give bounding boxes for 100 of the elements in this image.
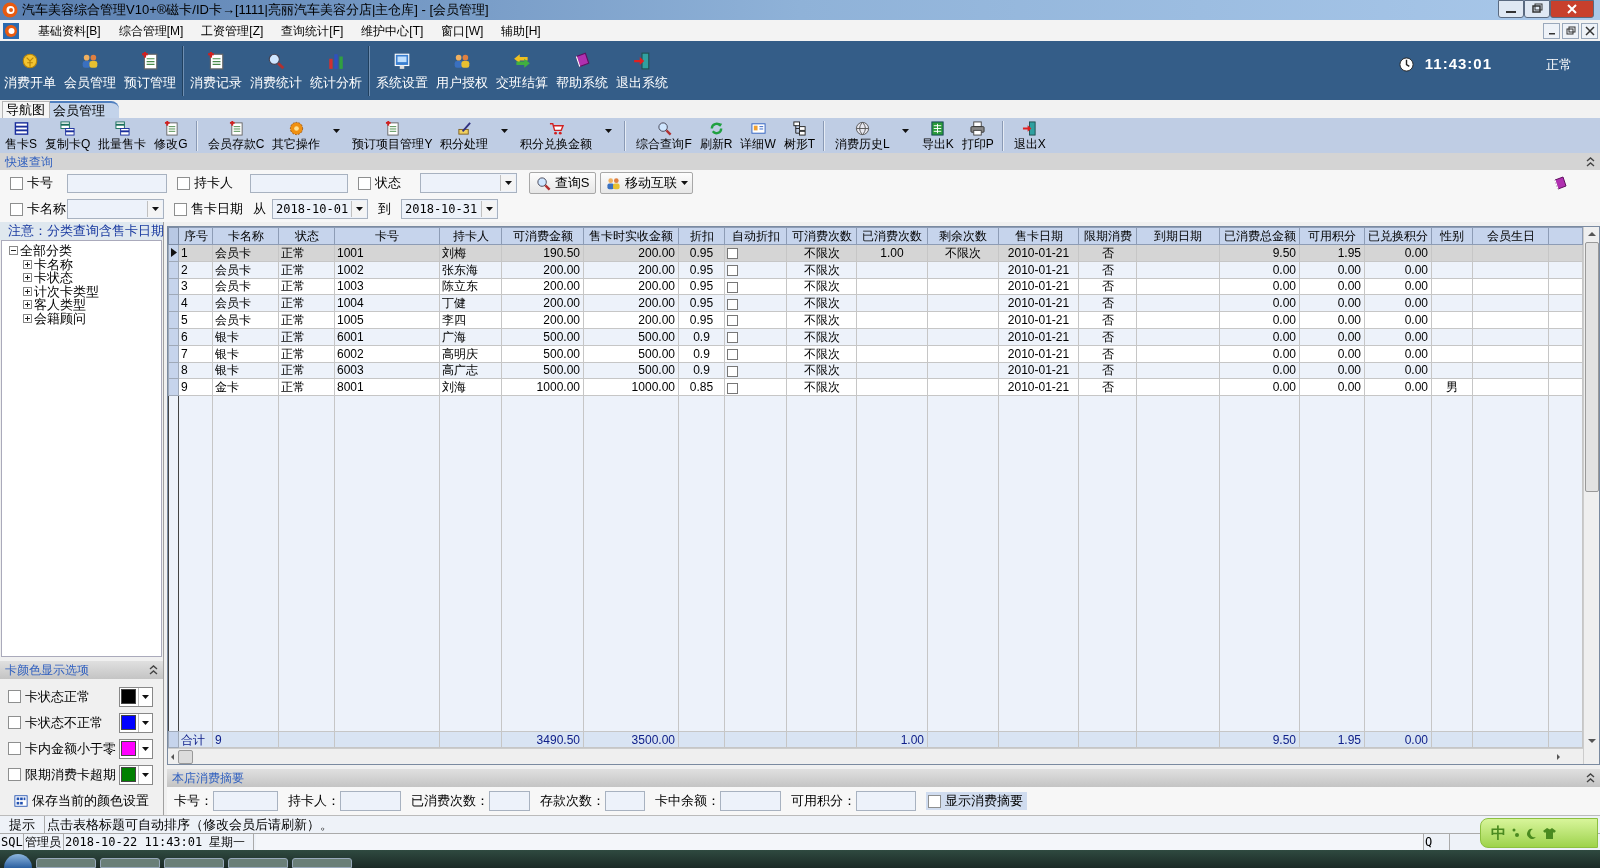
input-field[interactable]	[605, 791, 645, 811]
toolbar-button[interactable]: 导出K	[918, 119, 957, 152]
scroll-thumb[interactable]	[178, 749, 193, 764]
toolbar-button[interactable]: 预订项目管理Y	[349, 119, 436, 152]
input-field[interactable]	[489, 791, 530, 811]
restore-button[interactable]	[1562, 22, 1579, 39]
column-header[interactable]: 性别	[1431, 227, 1473, 245]
column-header[interactable]: 已兑换积分	[1364, 227, 1432, 245]
toolbar-button[interactable]: 打印P	[958, 119, 997, 152]
checkbox[interactable]	[8, 768, 21, 781]
checkbox[interactable]	[174, 202, 187, 216]
column-header[interactable]: 状态	[278, 227, 335, 245]
tree-item[interactable]: 客人类型	[34, 298, 86, 312]
minimize-button[interactable]	[1498, 0, 1524, 18]
column-header[interactable]: 卡号	[334, 227, 440, 245]
input-field[interactable]	[720, 791, 781, 811]
taskbar-button[interactable]	[228, 858, 288, 868]
checkbox[interactable]	[10, 202, 23, 216]
tab[interactable]: 导航图	[2, 101, 50, 118]
column-header[interactable]: 剩余次数	[927, 227, 999, 245]
toolbar-button[interactable]: 综合查询F	[633, 119, 695, 152]
toolbar-button[interactable]: 刷新R	[696, 119, 736, 152]
menu-item[interactable]: 查询统计[F]	[272, 21, 353, 40]
menu-item[interactable]: 工资管理[Z]	[192, 21, 273, 40]
tree-item[interactable]: 计次卡类型	[34, 284, 99, 298]
menu-item[interactable]: 基础资料[B]	[29, 21, 110, 40]
input-field[interactable]	[856, 791, 916, 811]
toolbar-button[interactable]: 会员存款C	[204, 119, 268, 152]
toolbar-button[interactable]: 售卡S	[2, 119, 40, 152]
column-header[interactable]: 售卡日期	[998, 227, 1079, 245]
input-field[interactable]	[67, 173, 167, 193]
horizontal-scrollbar[interactable]	[168, 748, 1583, 764]
taskbar-button[interactable]	[292, 858, 352, 868]
input-field[interactable]	[213, 791, 278, 811]
checkbox[interactable]	[8, 716, 21, 729]
checkbox[interactable]	[928, 794, 941, 808]
checkbox[interactable]	[727, 382, 738, 394]
checkbox[interactable]	[727, 365, 738, 377]
input-field[interactable]	[340, 791, 401, 811]
toolbar-button[interactable]: 交班结算	[492, 43, 552, 98]
toolbar-button[interactable]: 消费记录	[186, 43, 246, 98]
column-header[interactable]: 折扣	[678, 227, 725, 245]
button[interactable]: 查询S	[529, 172, 596, 194]
date-picker[interactable]: 2018-10-01	[272, 199, 368, 219]
column-header[interactable]: 卡名称	[212, 227, 279, 245]
checkbox[interactable]	[727, 248, 738, 260]
column-header[interactable]: 已消费次数	[856, 227, 928, 245]
start-button[interactable]	[4, 854, 32, 868]
menu-item[interactable]: 窗口[W]	[432, 21, 493, 40]
menu-item[interactable]: 维护中心[T]	[352, 21, 433, 40]
taskbar-button[interactable]	[164, 858, 224, 868]
button[interactable]: 移动互联	[600, 172, 693, 194]
date-picker[interactable]: 2018-10-31	[401, 199, 498, 219]
toolbar-button[interactable]: 帮助系统	[552, 43, 612, 98]
menu-item[interactable]: 辅助[H]	[492, 21, 550, 40]
toolbar-button[interactable]: 用户授权	[432, 43, 492, 98]
checkbox[interactable]	[8, 742, 21, 755]
column-header[interactable]: 售卡时实收金额	[583, 227, 679, 245]
checkbox[interactable]	[727, 265, 738, 276]
color-dropdown[interactable]	[119, 686, 153, 707]
save-button[interactable]: 保存当前的颜色设置	[14, 791, 163, 811]
toolbar-button[interactable]: 积分处理	[437, 119, 492, 152]
toolbar-button[interactable]: 消费开单	[0, 43, 60, 98]
column-header[interactable]: 持卡人	[439, 227, 502, 245]
toolbar-button[interactable]: 退出X	[1010, 119, 1049, 152]
toolbar-button[interactable]: 详细W	[737, 119, 779, 152]
color-dropdown[interactable]	[119, 764, 153, 785]
column-header[interactable]: 序号	[178, 227, 213, 245]
toolbar-button[interactable]: 消费历史L	[832, 119, 893, 152]
checkbox[interactable]	[727, 315, 738, 327]
tab[interactable]: 会员管理	[50, 101, 119, 118]
checkbox[interactable]	[10, 176, 23, 190]
column-header[interactable]: 到期日期	[1136, 227, 1220, 245]
toolbar-button[interactable]: 其它操作	[269, 119, 324, 152]
column-header[interactable]: 可消费次数	[786, 227, 857, 245]
tree-item[interactable]: 全部分类	[20, 244, 72, 258]
taskbar-button[interactable]	[100, 858, 160, 868]
input-field[interactable]	[250, 173, 348, 193]
column-header[interactable]: 限期消费	[1078, 227, 1137, 245]
checkbox[interactable]	[8, 690, 21, 703]
column-header[interactable]: 可用积分	[1299, 227, 1365, 245]
dropdown[interactable]	[420, 173, 517, 193]
toolbar-button[interactable]: 树形T	[780, 119, 819, 152]
toolbar-button[interactable]: 修改G	[151, 119, 191, 152]
menu-item[interactable]: 综合管理[M]	[109, 21, 193, 40]
column-header[interactable]: 会员生日	[1472, 227, 1549, 245]
toolbar-button[interactable]: 统计分析	[306, 43, 366, 98]
checkbox[interactable]	[727, 298, 738, 310]
toolbar-button[interactable]: 积分兑换金额	[517, 119, 596, 152]
maximize-button[interactable]	[1524, 0, 1550, 18]
toolbar-button[interactable]: 批量售卡	[95, 119, 150, 152]
toolbar-button[interactable]: 退出系统	[612, 43, 672, 98]
toolbar-button[interactable]: 复制卡Q	[42, 119, 94, 152]
toolbar-button[interactable]: 会员管理	[60, 43, 120, 98]
tree-item[interactable]: 卡状态	[34, 271, 73, 285]
column-header[interactable]: 可消费金额	[501, 227, 584, 245]
toolbar-button[interactable]: 消费统计	[246, 43, 306, 98]
color-dropdown[interactable]	[119, 738, 153, 759]
checkbox[interactable]	[727, 332, 738, 344]
column-header[interactable]: 自动折扣	[724, 227, 787, 245]
